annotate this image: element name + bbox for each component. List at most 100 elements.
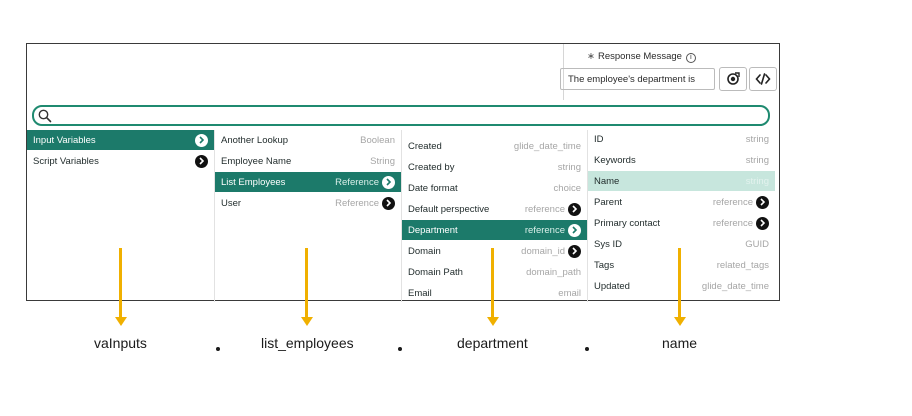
pointer-arrow (305, 248, 308, 317)
list-item-label: ID (594, 133, 604, 145)
response-message-input[interactable]: The employee's department is (560, 68, 715, 90)
list-item[interactable]: Email email (402, 283, 587, 303)
list-item[interactable]: Employee Name String (215, 151, 401, 171)
pointer-arrow-head (673, 317, 686, 326)
list-item[interactable]: Sys ID GUID (588, 234, 775, 254)
list-item[interactable]: Domain Path domain_path (402, 262, 587, 282)
list-item-label: Domain Path (408, 266, 463, 278)
list-item-label: Primary contact (594, 217, 660, 229)
list-item[interactable]: ID string (588, 129, 775, 149)
list-item[interactable]: Name string (588, 171, 775, 191)
list-item[interactable]: Updated glide_date_time (588, 276, 775, 296)
list-item-label: Email (408, 287, 432, 299)
list-item-type: Reference (335, 176, 379, 188)
list-item-label: Date format (408, 182, 458, 194)
list-item[interactable]: Script Variables (27, 151, 214, 171)
list-item[interactable]: Date format choice (402, 178, 587, 198)
list-item-type: domain_path (526, 266, 581, 278)
list-item-label: Keywords (594, 154, 636, 166)
pointer-arrow-head (114, 317, 127, 326)
list-item-type: reference (524, 203, 565, 215)
list-item-type: string (745, 175, 769, 187)
list-item-type: glide_date_time (513, 140, 581, 152)
list-item-label: User (221, 197, 242, 209)
list-item[interactable]: Domain domain_id (402, 241, 587, 261)
response-message-label-text: Response Message (597, 51, 682, 62)
chevron-right-icon[interactable] (382, 175, 395, 189)
list-item-label: Input Variables (33, 134, 96, 146)
list-item-label: Employee Name (221, 155, 292, 167)
data-pill-icon (727, 72, 740, 85)
list-item-type: GUID (745, 238, 769, 250)
path-separator-dot (216, 347, 220, 351)
list-item-label: Tags (594, 259, 615, 271)
list-item[interactable]: Input Variables (27, 130, 214, 150)
response-message-label: ∗ Response Message i (587, 51, 696, 63)
list-item-label: Another Lookup (221, 134, 289, 146)
chevron-right-icon[interactable] (195, 133, 208, 147)
info-icon[interactable]: i (685, 53, 696, 63)
list-item-type: Boolean (360, 134, 395, 146)
list-item[interactable]: Parent reference (588, 192, 775, 212)
path-label-name: name (662, 335, 698, 351)
chevron-right-icon[interactable] (568, 202, 581, 216)
list-item-type: email (558, 287, 581, 299)
data-pill-picker-panel: ∗ Response Message i The employee's depart… (26, 43, 780, 303)
pointer-arrow (119, 248, 122, 317)
search-icon (38, 109, 52, 123)
list-item-label: Default perspective (408, 203, 490, 215)
required-marker: ∗ (587, 51, 595, 62)
chevron-right-icon[interactable] (195, 154, 208, 168)
list-item-type: string (557, 161, 581, 173)
chevron-right-icon[interactable] (568, 244, 581, 258)
path-separator-dot (398, 347, 402, 351)
path-label-list-employees: list_employees (261, 335, 354, 351)
path-separator-dot (585, 347, 589, 351)
list-item-label: Sys ID (594, 238, 622, 250)
list-item[interactable]: Another Lookup Boolean (215, 130, 401, 150)
list-item-type: String (370, 155, 395, 167)
list-item-label: Updated (594, 280, 630, 292)
list-item-type: domain_id (521, 245, 565, 257)
list-item-label: List Employees (221, 176, 286, 188)
list-item[interactable]: Created glide_date_time (402, 136, 587, 156)
pointer-arrow (678, 248, 681, 317)
pointer-arrow (491, 248, 494, 317)
chevron-right-icon[interactable] (382, 196, 395, 210)
list-item-label: Domain (408, 245, 441, 257)
list-item[interactable]: Created by string (402, 157, 587, 177)
chevron-right-icon[interactable] (756, 216, 769, 230)
chevron-right-icon[interactable] (756, 195, 769, 209)
data-pill-picker-button[interactable] (719, 67, 747, 91)
list-item-type: string (745, 154, 769, 166)
path-label-inputs: vaInputs (94, 335, 147, 351)
list-item-type: choice (553, 182, 581, 194)
pointer-arrow-head (486, 317, 499, 326)
list-item-label: Script Variables (33, 155, 99, 167)
list-item-type: string (745, 133, 769, 145)
list-item-type: related_tags (716, 259, 769, 271)
script-editor-button[interactable] (749, 67, 777, 91)
list-item-type: reference (524, 224, 565, 236)
list-item[interactable]: User Reference (215, 193, 401, 213)
pointer-arrow-head (300, 317, 313, 326)
list-item[interactable]: Department reference (402, 220, 587, 240)
list-item[interactable]: Primary contact reference (588, 213, 775, 233)
list-item-type: Reference (335, 197, 379, 209)
list-item[interactable]: List Employees Reference (215, 172, 401, 192)
list-item[interactable]: Default perspective reference (402, 199, 587, 219)
list-item-type: glide_date_time (701, 280, 769, 292)
list-item-label: Created (408, 140, 442, 152)
list-item-label: Department (408, 224, 458, 236)
search-input[interactable] (32, 105, 770, 126)
chevron-right-icon[interactable] (568, 223, 581, 237)
code-icon (755, 73, 771, 85)
list-item-label: Created by (408, 161, 455, 173)
list-item-label: Parent (594, 196, 622, 208)
list-item-type: reference (712, 217, 753, 229)
list-item[interactable]: Keywords string (588, 150, 775, 170)
list-item-type: reference (712, 196, 753, 208)
list-item[interactable]: Tags related_tags (588, 255, 775, 275)
path-label-department: department (457, 335, 528, 351)
list-item-label: Name (594, 175, 620, 187)
